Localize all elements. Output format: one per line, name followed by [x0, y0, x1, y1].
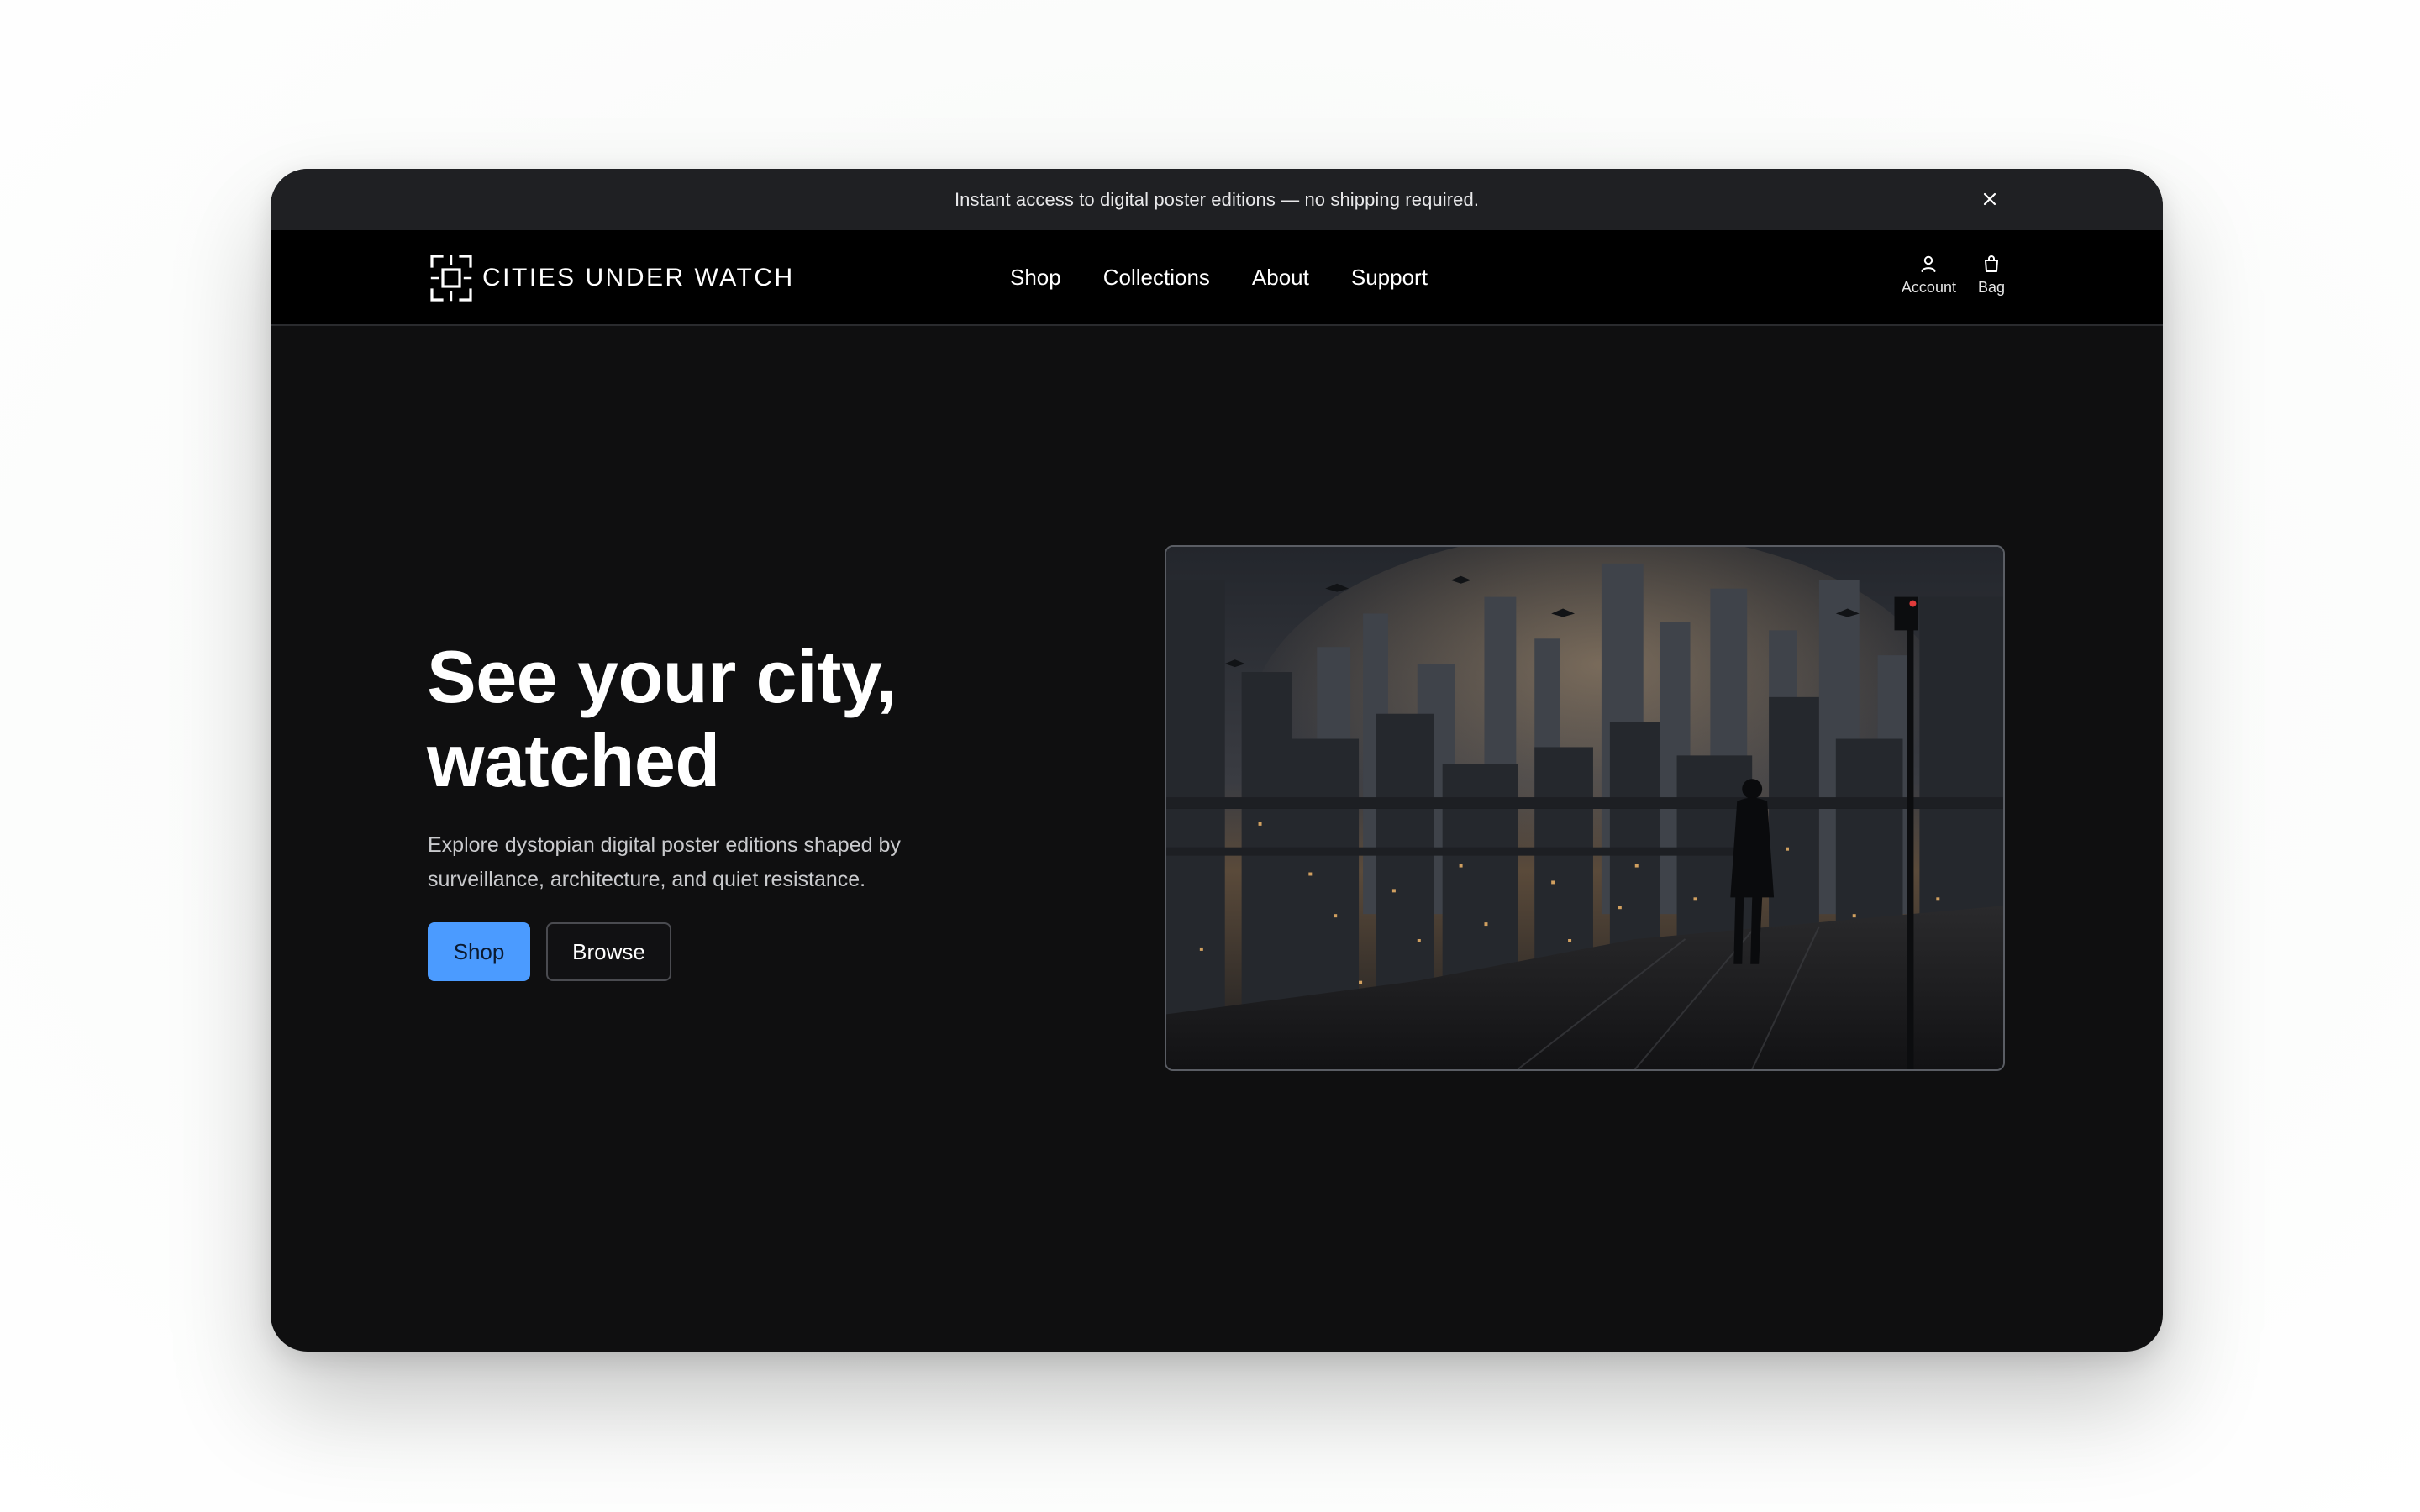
account-button[interactable]: Account: [1902, 254, 1956, 297]
city-illustration: [1166, 547, 2003, 1069]
account-label: Account: [1901, 279, 1956, 296]
browse-button[interactable]: Browse: [546, 922, 671, 981]
nav-link-shop[interactable]: Shop: [1010, 265, 1061, 291]
focus-frame-icon: [430, 255, 472, 302]
bag-button[interactable]: Bag: [1978, 254, 2005, 297]
shopping-bag-icon: [1984, 255, 1998, 272]
hero-title-line-2: watched: [427, 719, 720, 802]
hero-image: [1165, 545, 2005, 1071]
nav-link-about[interactable]: About: [1252, 265, 1309, 291]
site-header: CITIES UNDER WATCH Shop Collections Abou…: [271, 230, 2163, 326]
nav-link-collections[interactable]: Collections: [1103, 265, 1210, 291]
browser-window: Instant access to digital poster edition…: [271, 169, 2163, 1352]
brand-logo[interactable]: CITIES UNDER WATCH: [429, 252, 795, 304]
hero-title-line-1: See your city,: [427, 635, 897, 718]
bag-label: Bag: [1977, 279, 2005, 296]
nav-link-support[interactable]: Support: [1351, 265, 1428, 291]
close-icon: [1983, 192, 1996, 206]
hero-subtitle: Explore dystopian digital poster edition…: [428, 833, 901, 891]
announcement-text: Instant access to digital poster edition…: [954, 188, 1480, 210]
shop-button[interactable]: Shop: [428, 922, 530, 981]
header-actions: Account Bag: [1902, 254, 2005, 297]
announcement-bar: Instant access to digital poster edition…: [271, 169, 2163, 230]
hero-title: See your city, watched: [427, 635, 897, 803]
main-navigation: Shop Collections About Support: [1010, 230, 1428, 324]
user-icon: [1921, 255, 1936, 272]
close-announcement-button[interactable]: [1975, 184, 2005, 214]
brand-name: CITIES UNDER WATCH: [482, 264, 795, 291]
